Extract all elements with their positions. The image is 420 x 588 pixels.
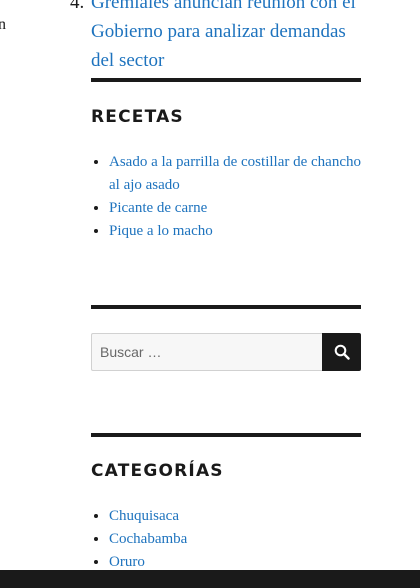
recipe-link[interactable]: Pique a lo macho — [109, 223, 213, 239]
list-item: Pique a lo macho — [109, 220, 369, 243]
category-link[interactable]: Chuquisaca — [109, 508, 179, 524]
search-button[interactable] — [322, 333, 361, 371]
category-link[interactable]: Oruro — [109, 554, 145, 570]
truncated-side-text: n — [0, 16, 6, 33]
recetas-list: Asado a la parrilla de costillar de chan… — [91, 151, 369, 243]
recipe-link[interactable]: Picante de carne — [109, 200, 207, 216]
search-icon — [334, 344, 350, 360]
list-item: Asado a la parrilla de costillar de chan… — [109, 151, 369, 197]
categorias-widget-title: CATEGORÍAS — [91, 461, 224, 481]
list-item: Cochabamba — [109, 528, 369, 551]
widget-divider — [91, 305, 361, 309]
recent-post-link[interactable]: Gremiales anuncian reunión con el Gobier… — [91, 0, 356, 71]
recipe-link[interactable]: Asado a la parrilla de costillar de chan… — [109, 154, 361, 193]
recent-post-item: 4. Gremiales anuncian reunión con el Gob… — [70, 0, 366, 75]
list-item: Chuquisaca — [109, 505, 369, 528]
categorias-list: Chuquisaca Cochabamba Oruro — [91, 505, 369, 574]
bottom-bar — [0, 570, 420, 588]
widget-divider — [91, 433, 361, 437]
search-input[interactable] — [91, 333, 322, 371]
list-number: 4. — [70, 0, 85, 13]
widget-divider — [91, 78, 361, 82]
list-item: Picante de carne — [109, 197, 369, 220]
search-form — [91, 333, 361, 371]
recetas-widget-title: RECETAS — [91, 107, 184, 127]
category-link[interactable]: Cochabamba — [109, 531, 187, 547]
